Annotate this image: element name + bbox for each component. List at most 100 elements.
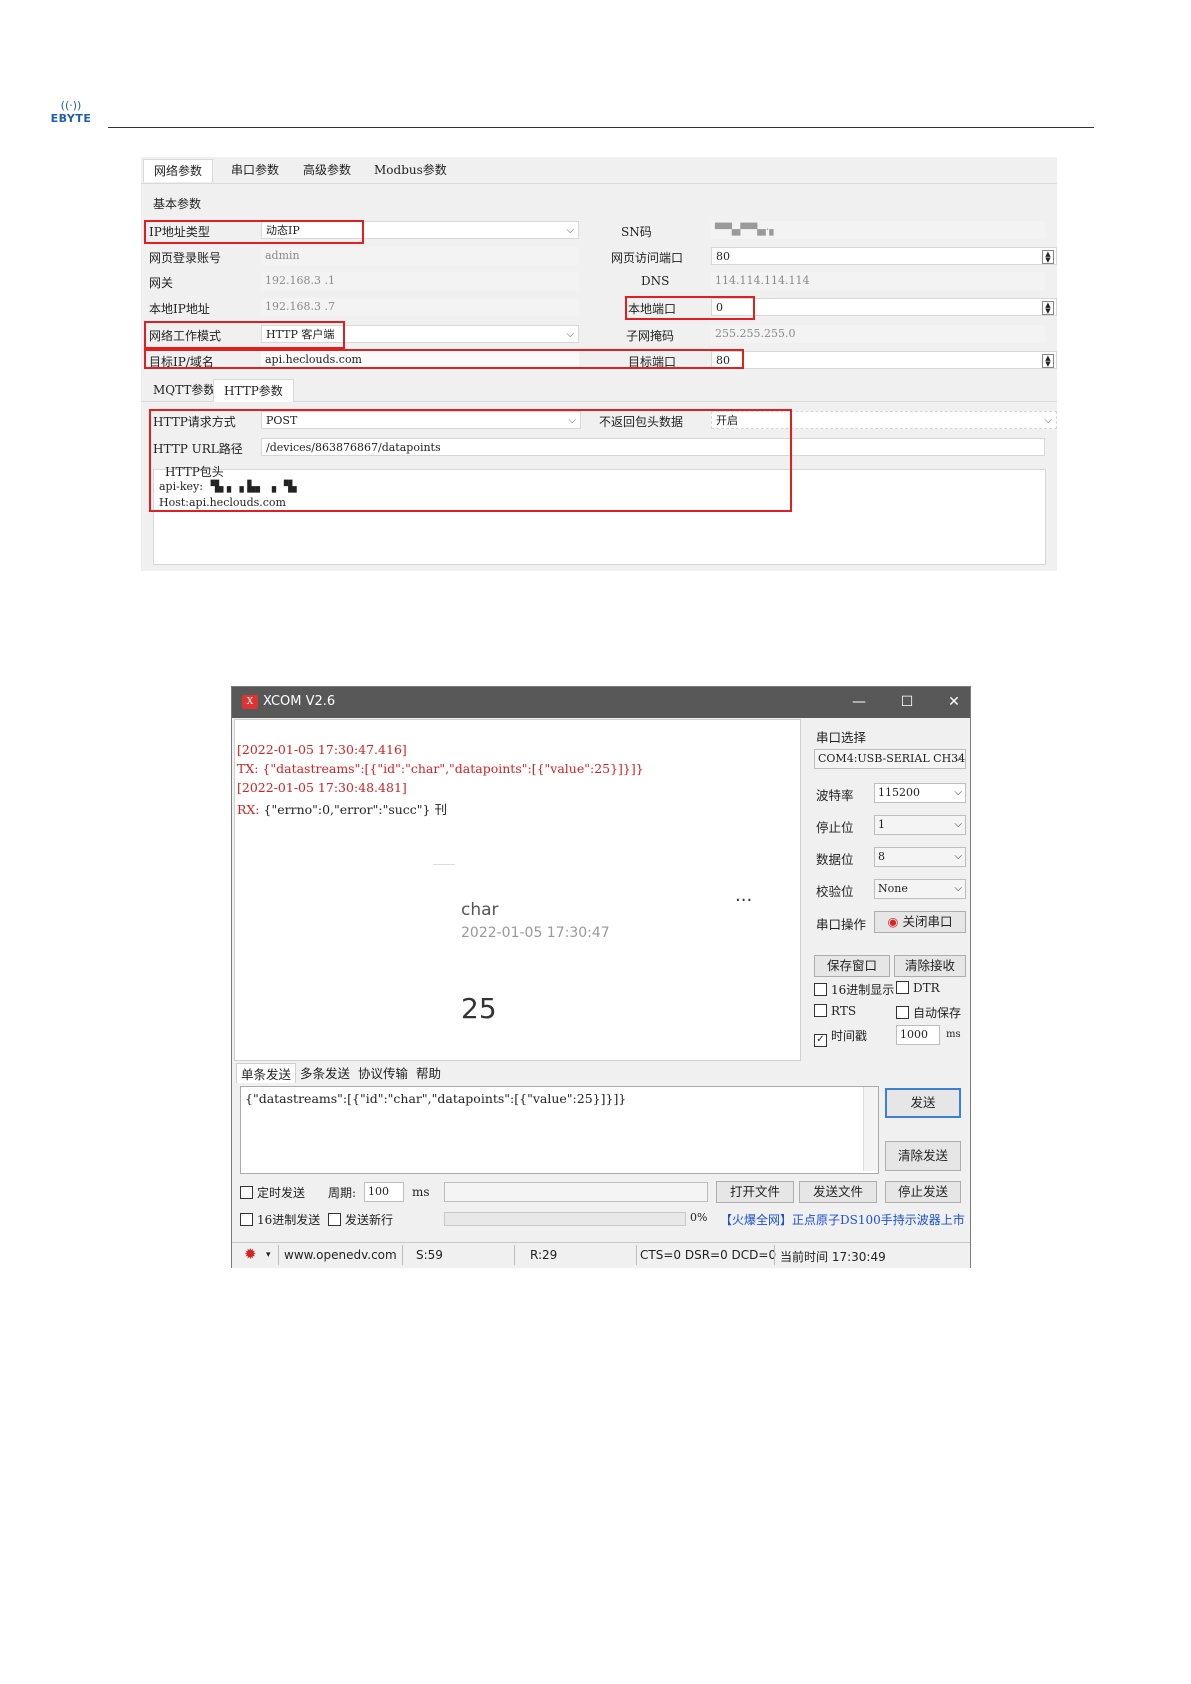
scrollbar[interactable] xyxy=(863,1087,878,1171)
label-local-ip: 本地IP地址 xyxy=(149,302,210,316)
status-sent-count: S:59 xyxy=(416,1248,443,1262)
spinner-icon[interactable]: ▲ ▼ xyxy=(1042,354,1054,368)
dns-field[interactable]: 114.114.114.114 xyxy=(711,272,1045,290)
timestamp-checkbox[interactable]: ✓ 时间戳 xyxy=(814,1027,867,1047)
close-port-button[interactable]: ◉ 关闭串口 xyxy=(874,911,966,933)
period-label: 周期: xyxy=(328,1186,357,1200)
stop-send-button[interactable]: 停止发送 xyxy=(885,1181,961,1203)
header-rule xyxy=(108,127,1094,128)
highlight-work-mode xyxy=(144,321,345,349)
checkbox-box xyxy=(814,1004,827,1017)
chevron-down-icon: ⌵ xyxy=(954,819,962,830)
check-icon: ✓ xyxy=(814,1034,827,1047)
data-bits-select[interactable]: 8 ⌵ xyxy=(874,847,966,867)
timed-send-checkbox[interactable]: 定时发送 xyxy=(240,1184,305,1201)
label-gateway: 网关 xyxy=(149,276,174,290)
ad-link[interactable]: 【火爆全网】正点原子DS100手持示波器上市 xyxy=(720,1211,965,1228)
app-icon: X xyxy=(242,695,258,709)
baud-select[interactable]: 115200 ⌵ xyxy=(874,783,966,803)
parity-select[interactable]: None ⌵ xyxy=(874,879,966,899)
tab-modbus[interactable]: Modbus参数 xyxy=(364,159,457,181)
checkbox-box xyxy=(240,1213,253,1226)
label-parity: 校验位 xyxy=(816,884,854,899)
gateway-field[interactable]: 192.168.3 .1 xyxy=(261,272,579,290)
more-icon[interactable]: ··· xyxy=(735,890,752,911)
hex-send-checkbox[interactable]: 16进制发送 xyxy=(240,1211,320,1228)
xcom-window: X XCOM V2.6 — ☐ ✕ [2022-01-05 17:30:47.4… xyxy=(231,686,971,1268)
tab-single-send[interactable]: 单条发送 xyxy=(236,1063,297,1083)
chevron-down-icon[interactable]: ▾ xyxy=(266,1250,271,1260)
web-account-field[interactable]: admin xyxy=(261,247,579,265)
hex-display-label: 16进制显示 xyxy=(831,983,895,997)
hex-display-checkbox[interactable]: 16进制显示 xyxy=(814,981,894,998)
gear-icon[interactable]: ✹ xyxy=(244,1245,257,1263)
checkbox-box xyxy=(896,981,909,994)
send-tabs: 单条发送 多条发送 协议传输 帮助 xyxy=(232,1061,807,1083)
status-site[interactable]: www.openedv.com xyxy=(284,1248,397,1262)
dtr-checkbox[interactable]: DTR xyxy=(896,981,940,995)
send-file-button[interactable]: 发送文件 xyxy=(799,1181,877,1203)
checkbox-box xyxy=(240,1186,253,1199)
config-tabs: 网络参数 串口参数 高级参数 Modbus参数 xyxy=(141,157,1057,184)
rts-checkbox[interactable]: RTS xyxy=(814,1004,856,1018)
chevron-down-icon: ⌵ xyxy=(954,787,962,798)
local-ip-field[interactable]: 192.168.3 .7 xyxy=(261,298,579,316)
progress-percent: 0% xyxy=(690,1211,708,1224)
label-stop-bits: 停止位 xyxy=(816,820,854,835)
save-window-button[interactable]: 保存窗口 xyxy=(814,955,890,977)
tab-http[interactable]: HTTP参数 xyxy=(213,379,294,402)
file-path-field[interactable] xyxy=(444,1182,708,1202)
tab-network[interactable]: 网络参数 xyxy=(143,159,214,182)
overlay-time: 2022-01-05 17:30:47 xyxy=(461,925,610,941)
checkbox-box xyxy=(896,1006,909,1019)
send-progress-bar xyxy=(444,1212,686,1226)
ebyte-logo: ((·)) EBYTE xyxy=(45,100,97,130)
tab-multi-send[interactable]: 多条发送 xyxy=(296,1063,354,1082)
rx-line-2: TX: {"datastreams":[{"id":"char","datapo… xyxy=(237,761,644,776)
protocol-subtabs: MQTT参数 HTTP参数 xyxy=(141,379,1057,402)
send-text: {"datastreams":[{"id":"char","datapoints… xyxy=(245,1091,627,1106)
period-input[interactable]: 100 xyxy=(364,1182,404,1202)
chevron-down-icon: ⌵ xyxy=(1044,415,1052,426)
group-title-basic: 基本参数 xyxy=(153,197,202,211)
send-textarea[interactable]: {"datastreams":[{"id":"char","datapoints… xyxy=(240,1086,879,1174)
timed-send-label: 定时发送 xyxy=(257,1186,306,1200)
stop-bits-select[interactable]: 1 ⌵ xyxy=(874,815,966,835)
send-newline-checkbox[interactable]: 发送新行 xyxy=(328,1211,393,1228)
minimize-button[interactable]: — xyxy=(844,691,874,713)
web-port-field[interactable]: 80 ▲ ▼ xyxy=(711,247,1057,265)
tab-serial[interactable]: 串口参数 xyxy=(221,159,289,181)
sn-field: ▀▀▄▀▀▄·▖ xyxy=(711,221,1045,239)
titlebar: X XCOM V2.6 — ☐ ✕ xyxy=(232,687,970,718)
window-title: XCOM V2.6 xyxy=(263,694,336,709)
ms-unit: ms xyxy=(946,1029,961,1040)
open-file-button[interactable]: 打开文件 xyxy=(716,1181,794,1203)
auto-save-checkbox[interactable]: 自动保存 xyxy=(896,1004,961,1021)
target-port-field[interactable]: 80 ▲ ▼ xyxy=(711,351,1057,369)
chevron-down-icon: ⌵ xyxy=(566,225,574,236)
close-button[interactable]: ✕ xyxy=(939,691,969,713)
spinner-icon[interactable]: ▲ ▼ xyxy=(1042,301,1054,315)
timestamp-interval-input[interactable]: 1000 xyxy=(896,1025,940,1045)
overlay-value: 25 xyxy=(461,992,497,1025)
label-dns: DNS xyxy=(641,274,670,288)
port-select[interactable]: COM4:USB-SERIAL CH340 ⌵ xyxy=(814,749,966,769)
rx-line-3: [2022-01-05 17:30:48.481] xyxy=(237,780,407,795)
period-unit: ms xyxy=(412,1185,430,1199)
subnet-field[interactable]: 255.255.255.0 xyxy=(711,325,1045,343)
label-subnet: 子网掩码 xyxy=(626,329,675,343)
receive-area[interactable]: [2022-01-05 17:30:47.416] TX: {"datastre… xyxy=(234,719,801,1061)
checkbox-box xyxy=(814,983,827,996)
divider xyxy=(514,1245,515,1265)
tab-advanced[interactable]: 高级参数 xyxy=(293,159,361,181)
send-button[interactable]: 发送 xyxy=(885,1088,961,1118)
clear-send-button[interactable]: 清除发送 xyxy=(885,1141,961,1171)
label-baud: 波特率 xyxy=(816,788,854,803)
clear-receive-button[interactable]: 清除接收 xyxy=(894,955,966,977)
tab-help[interactable]: 帮助 xyxy=(412,1063,445,1082)
spinner-icon[interactable]: ▲ ▼ xyxy=(1042,250,1054,264)
local-port-field[interactable]: 0 ▲ ▼ xyxy=(711,298,1057,316)
tab-protocol[interactable]: 协议传输 xyxy=(354,1063,412,1082)
maximize-button[interactable]: ☐ xyxy=(892,691,922,713)
rx-line-1: [2022-01-05 17:30:47.416] xyxy=(237,742,407,757)
